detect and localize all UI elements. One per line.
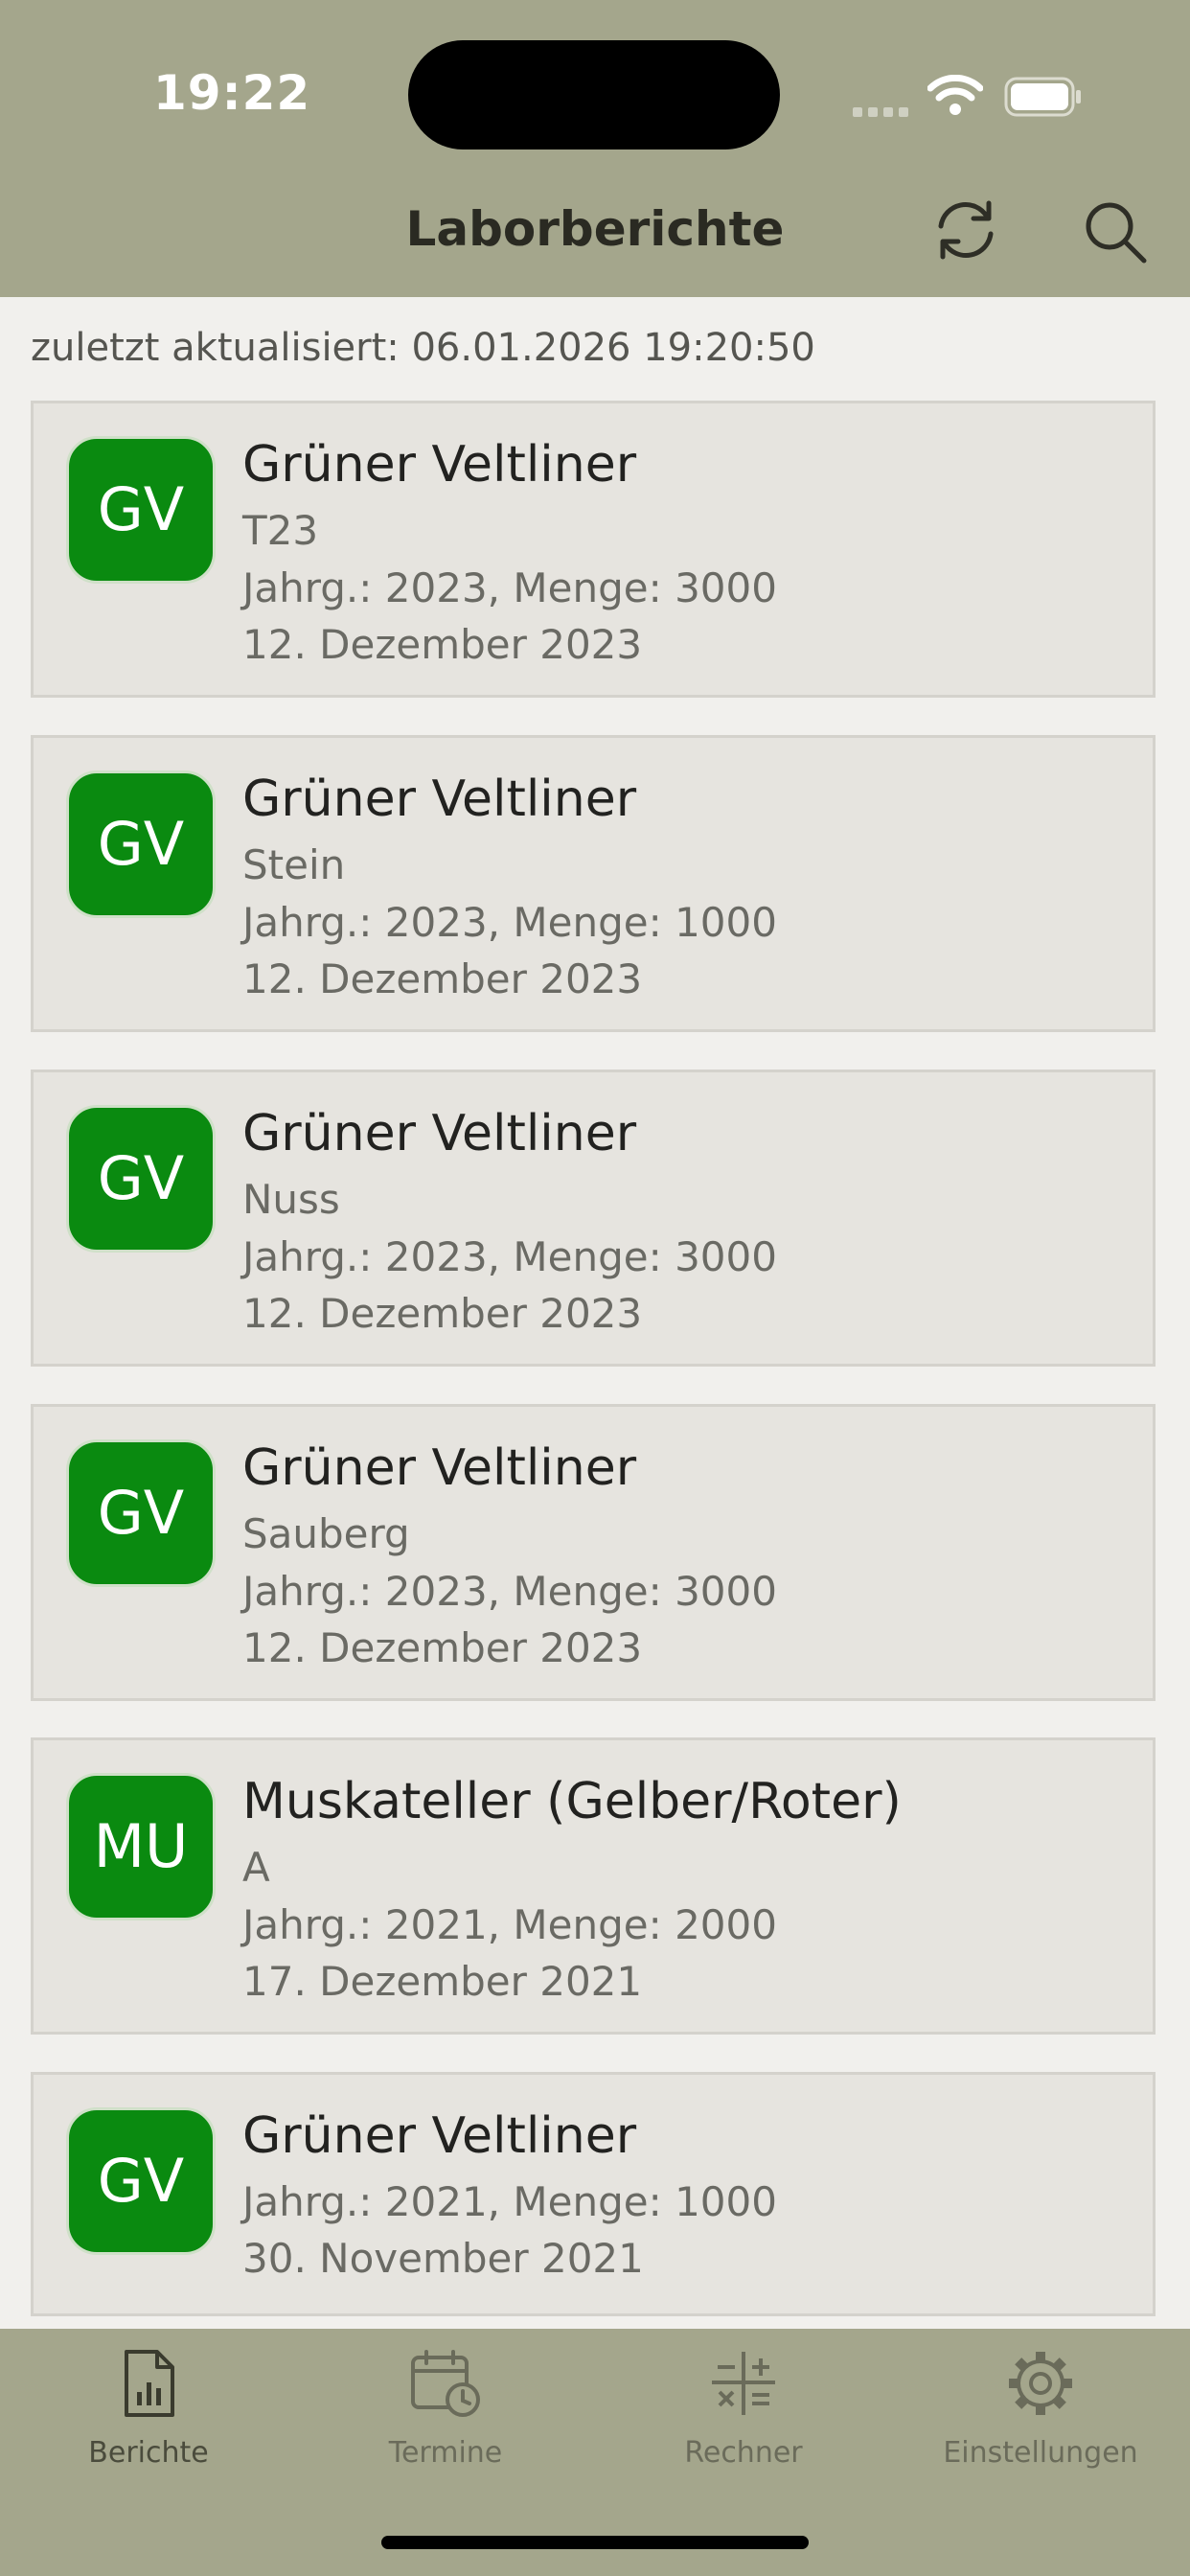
report-date: 12. Dezember 2023	[242, 1624, 643, 1671]
report-date: 12. Dezember 2023	[242, 621, 643, 668]
report-date: 30. November 2021	[242, 2235, 644, 2282]
report-label: A	[242, 1844, 270, 1891]
variety-badge: GV	[66, 1439, 216, 1587]
report-variety: Grüner Veltliner	[242, 770, 637, 828]
report-meta: Jahrg.: 2021, Menge: 1000	[242, 2178, 777, 2225]
search-button[interactable]	[1077, 194, 1154, 270]
report-card[interactable]: GV Grüner Veltliner Jahrg.: 2021, Menge:…	[31, 2072, 1156, 2316]
variety-badge: GV	[66, 1105, 216, 1253]
report-meta: Jahrg.: 2023, Menge: 3000	[242, 1233, 777, 1280]
report-date: 17. Dezember 2021	[242, 1958, 643, 2005]
last-updated-text: zuletzt aktualisiert: 06.01.2026 19:20:5…	[31, 326, 815, 370]
report-variety: Grüner Veltliner	[242, 1439, 637, 1497]
dynamic-island	[408, 40, 780, 150]
tab-berichte[interactable]: Berichte	[24, 2348, 273, 2501]
report-variety: Grüner Veltliner	[242, 1105, 637, 1162]
report-card[interactable]: GV Grüner Veltliner Stein Jahrg.: 2023, …	[31, 735, 1156, 1032]
report-variety: Grüner Veltliner	[242, 436, 637, 494]
report-label: Sauberg	[242, 1510, 410, 1557]
calculator-icon	[712, 2352, 775, 2415]
page-title: Laborberichte	[405, 201, 785, 257]
battery-icon	[1004, 77, 1081, 117]
variety-badge: GV	[66, 436, 216, 584]
tab-rechner[interactable]: Rechner	[619, 2348, 868, 2501]
report-card[interactable]: MU Muskateller (Gelber/Roter) A Jahrg.: …	[31, 1737, 1156, 2035]
tab-label: Termine	[388, 2436, 503, 2470]
variety-badge: GV	[66, 770, 216, 918]
report-label: T23	[242, 507, 319, 554]
report-variety: Grüner Veltliner	[242, 2107, 637, 2165]
home-indicator	[381, 2536, 809, 2549]
variety-badge: MU	[66, 1773, 216, 1920]
report-label: Stein	[242, 841, 346, 888]
report-meta: Jahrg.: 2023, Menge: 3000	[242, 1568, 777, 1615]
report-card[interactable]: GV Grüner Veltliner Sauberg Jahrg.: 2023…	[31, 1404, 1156, 1701]
calendar-clock-icon	[411, 2350, 480, 2417]
header: 19:22 Laborberichte	[0, 0, 1190, 297]
report-meta: Jahrg.: 2021, Menge: 2000	[242, 1901, 777, 1948]
report-icon	[125, 2350, 174, 2417]
refresh-icon	[938, 200, 994, 260]
refresh-button[interactable]	[927, 192, 1004, 268]
tab-label: Rechner	[684, 2436, 803, 2470]
report-date: 12. Dezember 2023	[242, 955, 643, 1002]
wifi-icon	[927, 75, 983, 115]
cellular-signal-icon	[853, 103, 914, 121]
tab-einstellungen[interactable]: Einstellungen	[916, 2348, 1165, 2501]
report-meta: Jahrg.: 2023, Menge: 1000	[242, 899, 777, 946]
report-date: 12. Dezember 2023	[242, 1290, 643, 1337]
report-label: Nuss	[242, 1176, 340, 1223]
report-variety: Muskateller (Gelber/Roter)	[242, 1773, 902, 1830]
search-icon	[1086, 202, 1147, 264]
tab-termine[interactable]: Termine	[321, 2348, 570, 2501]
tab-label: Einstellungen	[943, 2436, 1138, 2470]
report-card[interactable]: GV Grüner Veltliner Nuss Jahrg.: 2023, M…	[31, 1070, 1156, 1367]
tab-label: Berichte	[88, 2436, 209, 2470]
variety-badge: GV	[66, 2107, 216, 2255]
status-time: 19:22	[153, 65, 311, 121]
report-meta: Jahrg.: 2023, Menge: 3000	[242, 564, 777, 611]
report-card[interactable]: GV Grüner Veltliner T23 Jahrg.: 2023, Me…	[31, 401, 1156, 698]
gear-icon	[1009, 2352, 1072, 2415]
